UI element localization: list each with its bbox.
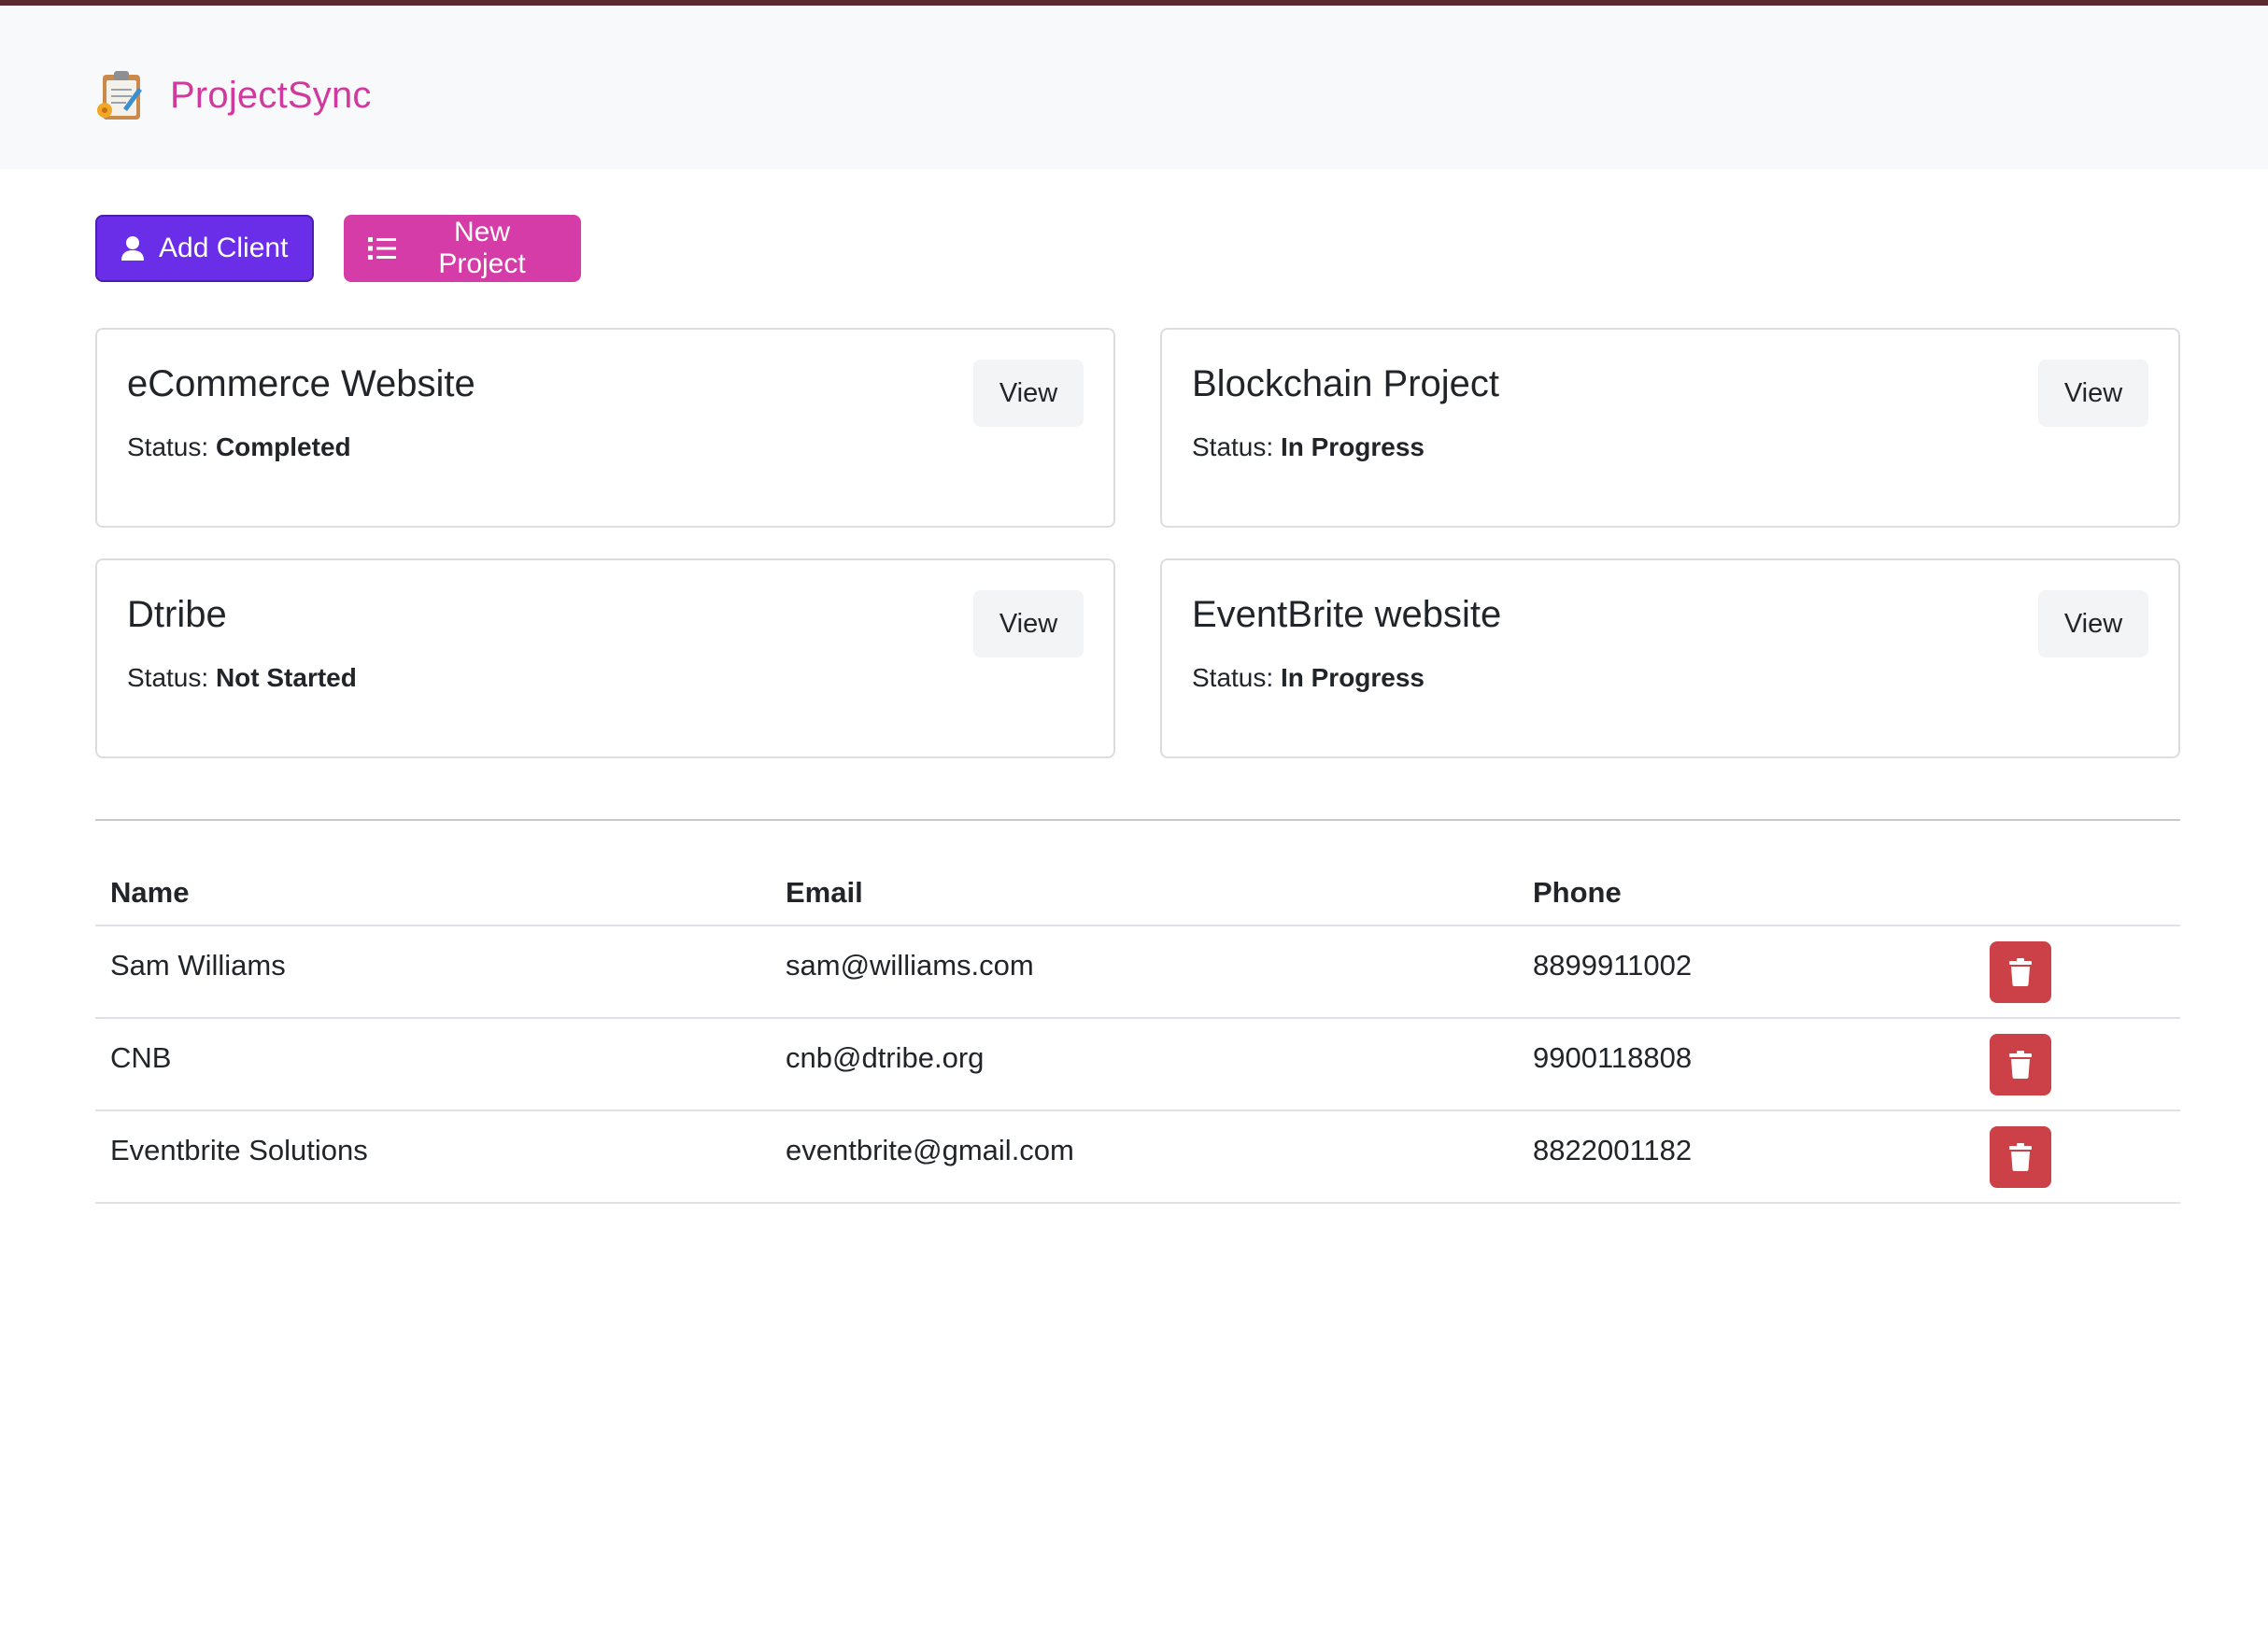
project-name: Dtribe (127, 594, 227, 635)
project-status: Status: In Progress (1192, 432, 1425, 462)
client-phone: 8822001182 (1533, 1134, 1693, 1166)
client-email: cnb@dtribe.org (786, 1041, 985, 1074)
brand-name: ProjectSync (170, 74, 372, 116)
project-card: eCommerce Website Status: Completed View (95, 328, 1115, 528)
status-label: Status: (127, 663, 209, 692)
view-project-button[interactable]: View (2038, 360, 2148, 427)
add-client-label: Add Client (159, 233, 289, 263)
add-client-button[interactable]: Add Client (95, 215, 314, 282)
status-label: Status: (1192, 432, 1274, 461)
view-project-button[interactable]: View (973, 360, 1084, 427)
client-phone: 9900118808 (1533, 1041, 1693, 1074)
status-value: Completed (215, 432, 351, 461)
table-header: Name Email Phone (95, 859, 2180, 926)
project-name: EventBrite website (1192, 594, 1502, 635)
trash-icon (2009, 1143, 2032, 1171)
status-value: In Progress (1280, 663, 1425, 692)
status-value: Not Started (215, 663, 357, 692)
project-status: Status: Completed (127, 432, 351, 462)
section-divider (95, 819, 2180, 821)
project-card: EventBrite website Status: In Progress V… (1160, 558, 2180, 758)
project-name: eCommerce Website (127, 363, 475, 404)
brand-link[interactable]: ProjectSync (95, 60, 372, 131)
project-name: Blockchain Project (1192, 363, 1500, 404)
trash-icon (2009, 1051, 2032, 1079)
client-email: sam@williams.com (786, 949, 1034, 982)
project-status: Status: In Progress (1192, 663, 1425, 693)
column-header-name: Name (110, 876, 190, 909)
project-status: Status: Not Started (127, 663, 357, 693)
view-project-button[interactable]: View (973, 590, 1084, 657)
table-row: Eventbrite Solutions eventbrite@gmail.co… (95, 1111, 2180, 1204)
trash-icon (2009, 958, 2032, 986)
client-email: eventbrite@gmail.com (786, 1134, 1074, 1166)
navbar: ProjectSync (0, 6, 2268, 169)
view-project-button[interactable]: View (2038, 590, 2148, 657)
new-project-button[interactable]: New Project (344, 215, 581, 282)
status-value: In Progress (1280, 432, 1425, 461)
project-card: Blockchain Project Status: In Progress V… (1160, 328, 2180, 528)
client-name: Sam Williams (110, 949, 286, 982)
project-card: Dtribe Status: Not Started View (95, 558, 1115, 758)
status-label: Status: (127, 432, 209, 461)
status-label: Status: (1192, 663, 1274, 692)
delete-client-button[interactable] (1990, 1126, 2051, 1188)
user-icon (120, 235, 146, 261)
client-phone: 8899911002 (1533, 949, 1693, 982)
column-header-phone: Phone (1533, 876, 1622, 909)
clipboard-logo-icon (95, 67, 148, 123)
table-row: Sam Williams sam@williams.com 8899911002 (95, 926, 2180, 1019)
table-row: CNB cnb@dtribe.org 9900118808 (95, 1019, 2180, 1111)
column-header-email: Email (786, 876, 863, 909)
delete-client-button[interactable] (1990, 1034, 2051, 1095)
list-icon (368, 235, 396, 261)
clients-table: Name Email Phone Sam Williams sam@willia… (95, 859, 2180, 1204)
client-name: Eventbrite Solutions (110, 1134, 368, 1166)
delete-client-button[interactable] (1990, 941, 2051, 1003)
new-project-label: New Project (438, 217, 526, 279)
client-name: CNB (110, 1041, 172, 1074)
